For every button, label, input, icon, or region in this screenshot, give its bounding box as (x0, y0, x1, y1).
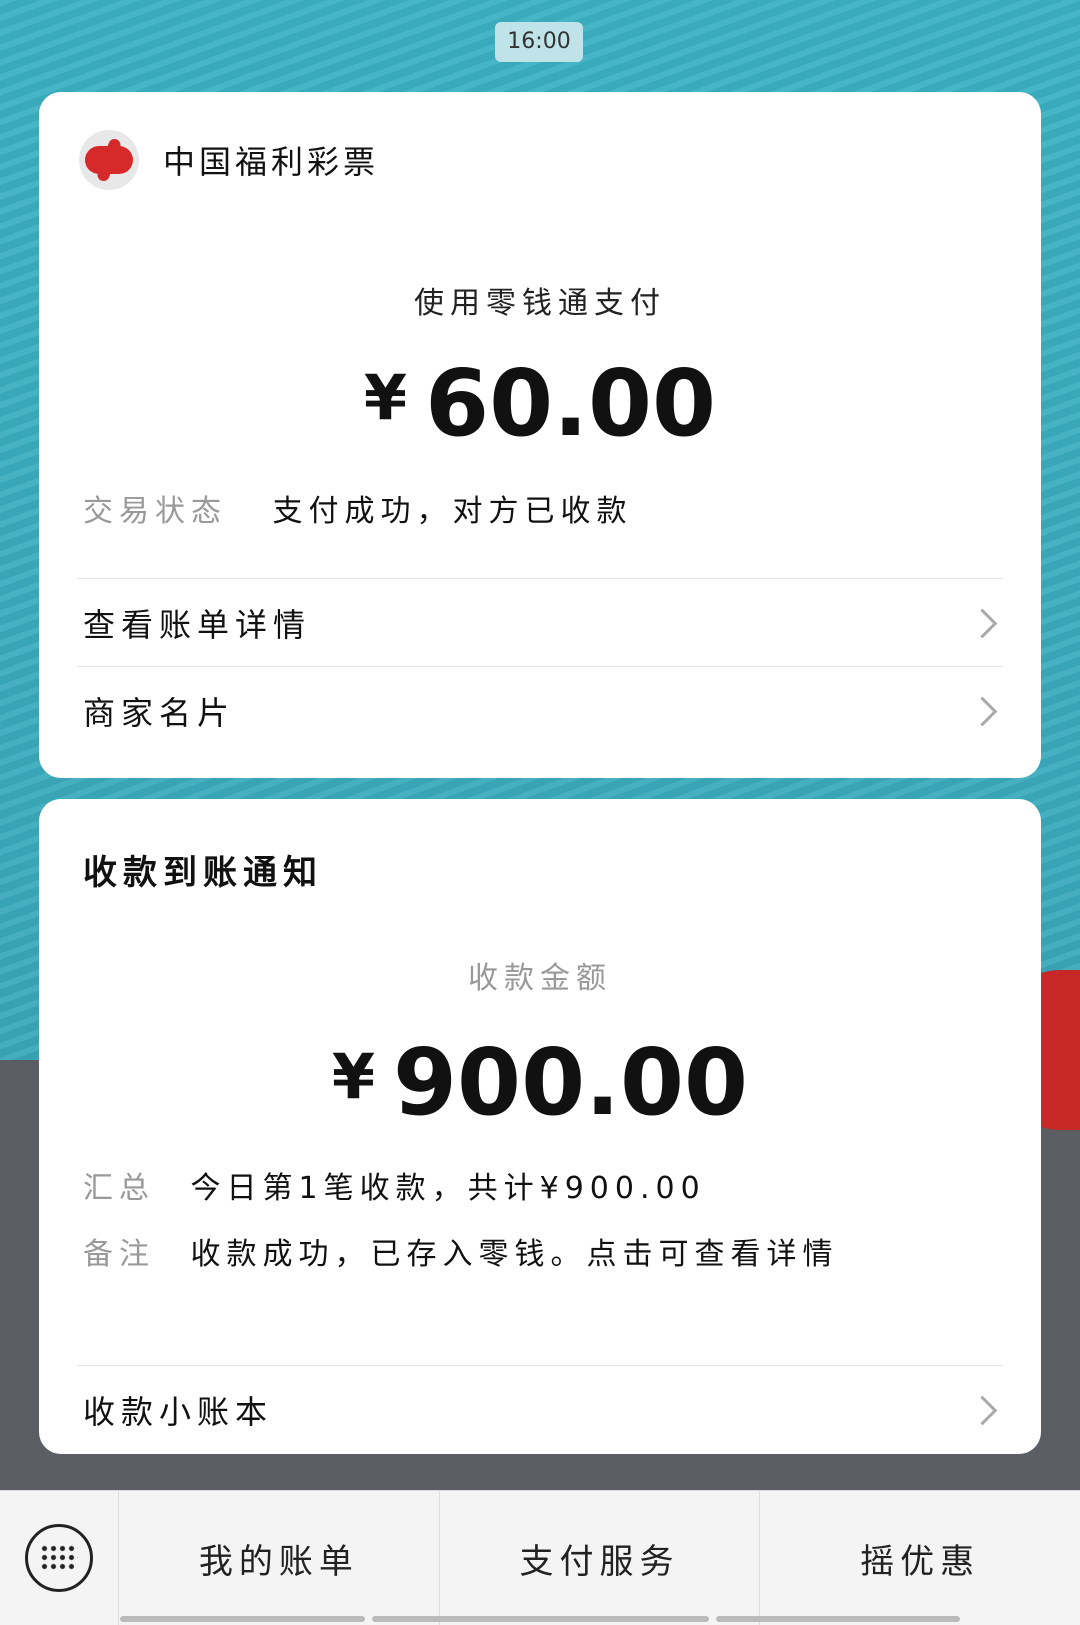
keyboard-icon (25, 1524, 93, 1592)
merchant-card-label: 商家名片 (83, 694, 236, 732)
chevron-right-icon (967, 696, 998, 726)
transaction-status-row: 交易状态 支付成功，对方已收款 (83, 486, 633, 530)
receipt-amount-label: 收款金额 (468, 961, 612, 996)
bottom-menu-bar: 我的账单 支付服务 摇优惠 (0, 1490, 1080, 1625)
summary-value: 今日第1笔收款，共计¥900.00 (190, 1171, 706, 1206)
divider (77, 666, 1003, 667)
receipt-title: 收款到账通知 (83, 853, 323, 893)
view-bill-details-link[interactable]: 查看账单详情 (77, 580, 1003, 666)
message-timestamp: 16:00 (495, 22, 583, 62)
bar-indicator (372, 1616, 709, 1622)
currency-symbol: ¥ (363, 361, 408, 434)
tab-shake-offers[interactable]: 摇优惠 (760, 1491, 1080, 1625)
payment-amount-value: 60.00 (425, 350, 717, 457)
receipt-card[interactable]: 收款到账通知 收款金额 ¥900.00 汇总 今日第1笔收款，共计¥900.00… (39, 799, 1041, 1454)
status-key: 交易状态 (83, 494, 227, 529)
merchant-header[interactable]: 中国福利彩票 (79, 130, 379, 190)
receipt-ledger-label: 收款小账本 (83, 1393, 274, 1431)
payment-card[interactable]: 中国福利彩票 使用零钱通支付 ¥60.00 交易状态 支付成功，对方已收款 查看… (39, 92, 1041, 778)
note-key: 备注 (83, 1237, 155, 1272)
receipt-ledger-link[interactable]: 收款小账本 (77, 1367, 1003, 1453)
chevron-right-icon (967, 608, 998, 638)
note-value: 收款成功，已存入零钱。点击可查看详情 (190, 1237, 839, 1272)
chevron-right-icon (967, 1395, 998, 1425)
divider (77, 1365, 1003, 1366)
tab-my-bills[interactable]: 我的账单 (119, 1491, 440, 1625)
note-row: 备注 收款成功，已存入零钱。点击可查看详情 (83, 1229, 839, 1273)
lottery-logo-icon (79, 130, 139, 190)
merchant-name: 中国福利彩票 (163, 143, 380, 181)
payment-amount: ¥60.00 (39, 350, 1041, 457)
bar-indicator (716, 1616, 960, 1622)
keyboard-toggle-button[interactable] (0, 1491, 119, 1625)
summary-key: 汇总 (83, 1171, 155, 1206)
status-value: 支付成功，对方已收款 (272, 494, 633, 529)
payment-method-label: 使用零钱通支付 (414, 286, 666, 321)
divider (77, 578, 1003, 579)
merchant-card-link[interactable]: 商家名片 (77, 668, 1003, 754)
currency-symbol: ¥ (331, 1040, 376, 1113)
summary-row: 汇总 今日第1笔收款，共计¥900.00 (83, 1163, 706, 1207)
bar-indicator (120, 1616, 365, 1622)
view-bill-details-label: 查看账单详情 (83, 606, 312, 644)
receipt-amount: ¥900.00 (39, 1029, 1041, 1136)
tab-payment-services[interactable]: 支付服务 (440, 1491, 761, 1625)
receipt-amount-value: 900.00 (393, 1029, 749, 1136)
